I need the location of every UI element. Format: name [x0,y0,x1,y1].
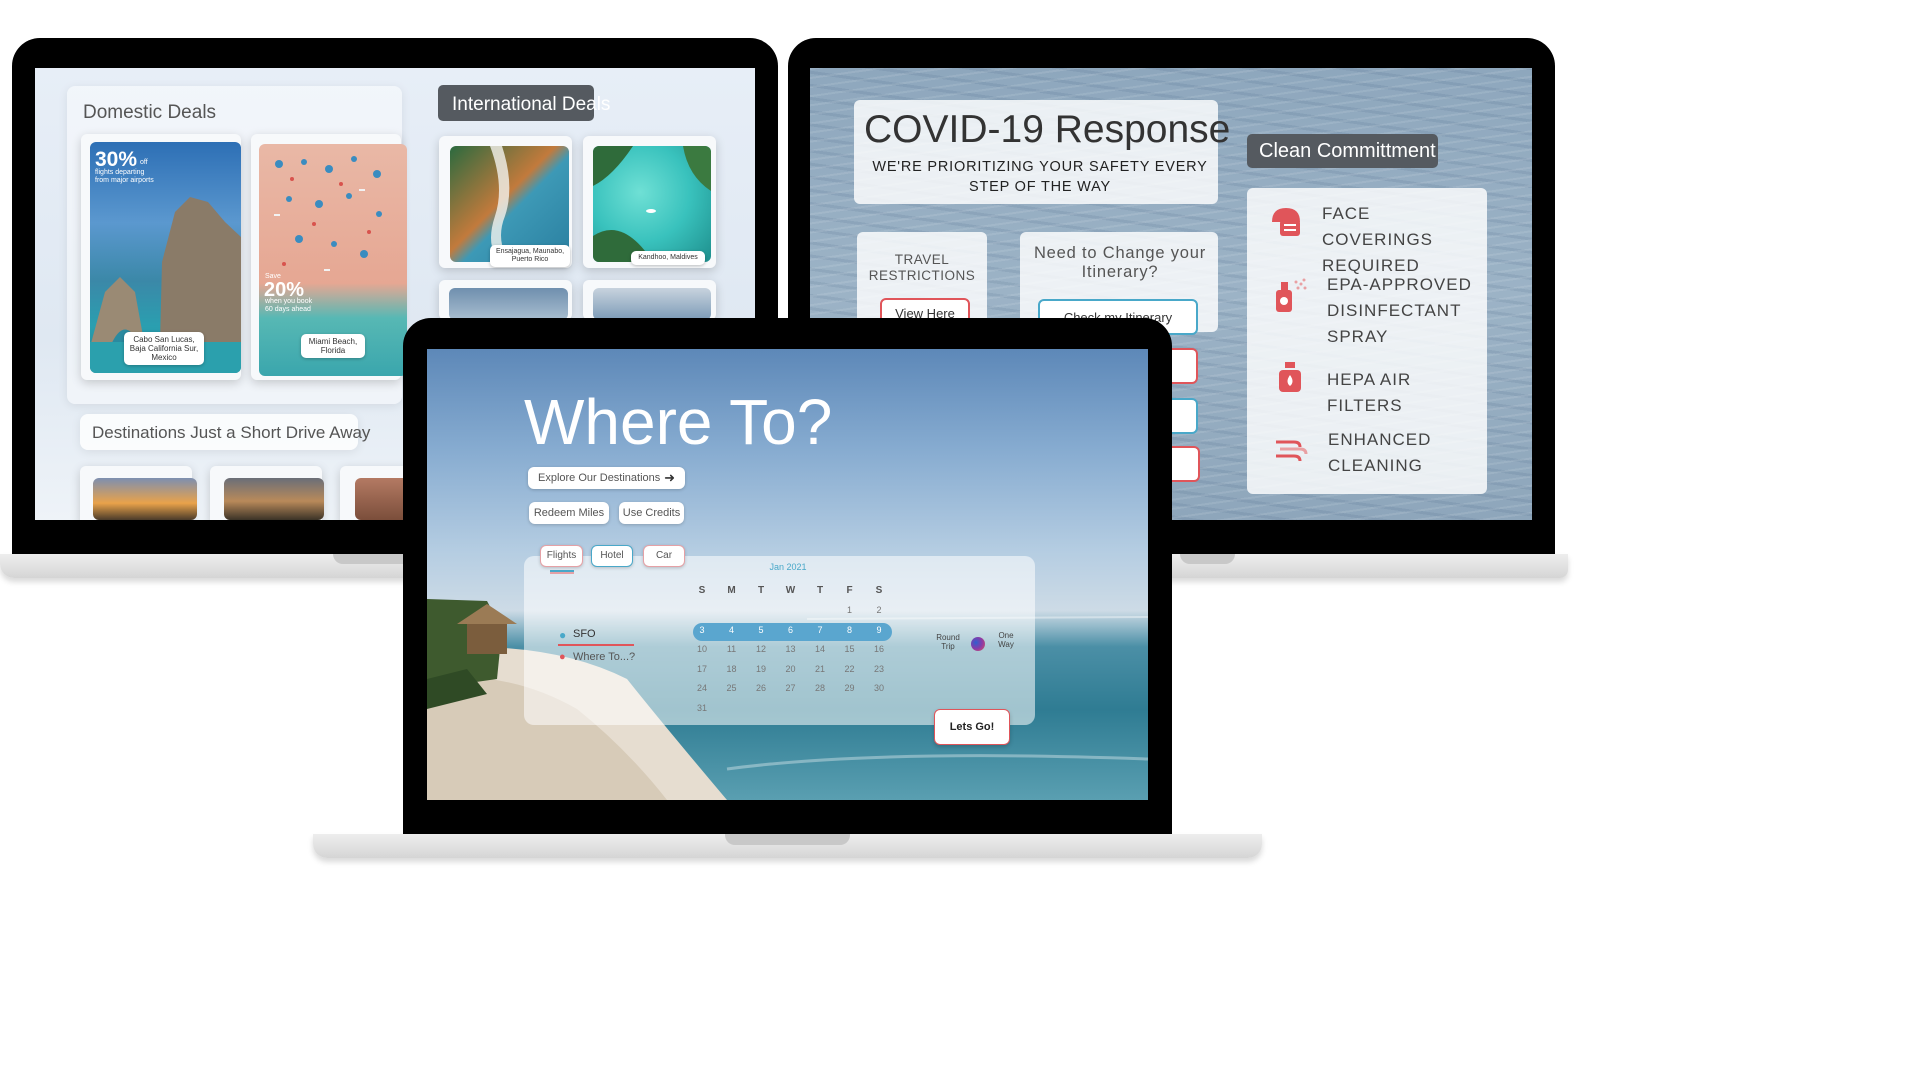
calendar-day[interactable]: 27 [781,683,801,693]
intl-card-4-photo [593,288,711,320]
round-trip-label: Round Trip [936,633,960,651]
center-laptop-notch [725,834,850,845]
destination-input[interactable]: Where To...? [573,651,635,663]
explore-label: Explore Our Destinations [538,472,661,484]
calendar-day[interactable]: 28 [810,683,830,693]
calendar-day[interactable]: 19 [751,664,771,674]
drive-card-1-photo [93,478,197,520]
change-itinerary-label: Need to Change your Itinerary? [1033,244,1207,281]
domestic-deals-title: Domestic Deals [83,102,217,123]
hepa-label: HEPA AIR FILTERS [1327,370,1412,415]
use-credits-button[interactable]: Use Credits [619,502,684,524]
headline: Where To? [524,386,833,458]
calendar-day[interactable]: 9 [869,625,889,635]
explore-destinations-button[interactable]: Explore Our Destinations ➜ [528,467,685,489]
action-button-2[interactable] [1170,348,1198,384]
deal1-caption: Cabo San Lucas, Baja California Sur, Mex… [124,332,204,365]
tab-car[interactable]: Car [643,545,685,567]
action-button-3[interactable] [1170,398,1198,434]
weekday-header: W [785,585,796,596]
calendar-month: Jan 2021 [769,562,807,572]
calendar-day[interactable]: 8 [840,625,860,635]
globe-icon: ● [559,651,566,663]
covid-title: COVID-19 Response [864,108,1231,151]
deal1-sub: flights departing from major airports [95,169,154,184]
right-laptop-notch [1180,554,1235,564]
calendar-day[interactable]: 21 [810,664,830,674]
calendar-day[interactable]: 6 [781,625,801,635]
calendar-day[interactable]: 22 [840,664,860,674]
calendar-day[interactable]: 18 [722,664,742,674]
tab-flights[interactable]: Flights [540,545,583,567]
weekday-header: S [875,585,883,596]
deal1-suffix: off [140,159,148,166]
calendar-day[interactable]: 2 [869,605,889,615]
drive-card-3-photo [355,478,410,520]
calendar-day[interactable]: 12 [751,644,771,654]
air-filter-icon [1279,362,1301,392]
calendar-day[interactable]: 30 [869,683,889,693]
calendar-day[interactable]: 11 [722,644,742,654]
calendar-day[interactable]: 25 [722,683,742,693]
cleaning-icon [1276,440,1308,462]
calendar-day[interactable]: 24 [692,683,712,693]
flights-tab-indicator [550,570,574,574]
calendar-day[interactable]: 4 [722,625,742,635]
weekday-header: F [846,585,853,596]
trip-type-toggle[interactable] [971,637,985,651]
intl-card-3-photo [449,288,568,320]
calendar-day[interactable]: 1 [840,605,860,615]
drive-away-title: Destinations Just a Short Drive Away [92,423,371,442]
international-deals-title: International Deals [452,94,611,115]
origin-input[interactable]: SFO [573,628,596,640]
intl2-caption: Kandhoo, Maldives [631,251,705,265]
maldives-photo [593,146,711,262]
covid-subtitle: WE'RE PRIORITIZING YOUR SAFETY EVERY STE… [872,159,1208,195]
arrow-right-icon: ➜ [664,470,675,485]
drive-card-2-photo [224,478,324,520]
clean-commitment-title: Clean Committment [1259,140,1436,162]
weekday-header: T [816,585,824,596]
intl1-caption: Ensajagua, Maunabo, Puerto Rico [490,245,570,267]
redeem-miles-button[interactable]: Redeem Miles [529,502,609,524]
calendar-day[interactable]: 31 [692,703,712,713]
travel-restrictions-label: TRAVEL RESTRICTIONS [868,252,976,283]
calendar-day[interactable]: 29 [840,683,860,693]
origin-underline [558,644,634,646]
calendar-day[interactable]: 17 [692,664,712,674]
calendar-day[interactable]: 10 [692,644,712,654]
epa-spray-label: EPA-APPROVED DISINFECTANT SPRAY [1327,275,1472,346]
tab-hotel[interactable]: Hotel [591,545,633,567]
spray-icon [1276,278,1307,312]
calendar-day[interactable]: 16 [869,644,889,654]
weekday-header: T [757,585,765,596]
action-button-4[interactable] [1170,446,1200,482]
face-coverings-label: FACE COVERINGS REQUIRED [1322,204,1434,275]
lets-go-button[interactable]: Lets Go! [934,709,1010,745]
weekday-header: S [698,585,706,596]
calendar-day[interactable]: 7 [810,625,830,635]
location-pin-icon: ● [559,628,567,642]
one-way-label: One Way [998,631,1014,649]
calendar-day[interactable]: 13 [781,644,801,654]
calendar-day[interactable]: 5 [751,625,771,635]
calendar-day[interactable]: 15 [840,644,860,654]
weekday-header: M [727,585,736,596]
enhanced-cleaning-label: ENHANCED CLEANING [1328,430,1432,475]
lagoon-image [593,146,711,262]
calendar-day[interactable]: 20 [781,664,801,674]
mask-icon [1272,208,1300,236]
calendar-day[interactable]: 26 [751,683,771,693]
calendar-day[interactable]: 23 [869,664,889,674]
booking-screen: Where To? Explore Our Destinations ➜ Red… [427,349,1148,800]
calendar-day[interactable]: 3 [692,625,712,635]
calendar-day[interactable]: 14 [810,644,830,654]
deal2-sub: when you book 60 days ahead [265,298,313,313]
deal2-caption: Miami Beach, Florida [301,334,365,358]
